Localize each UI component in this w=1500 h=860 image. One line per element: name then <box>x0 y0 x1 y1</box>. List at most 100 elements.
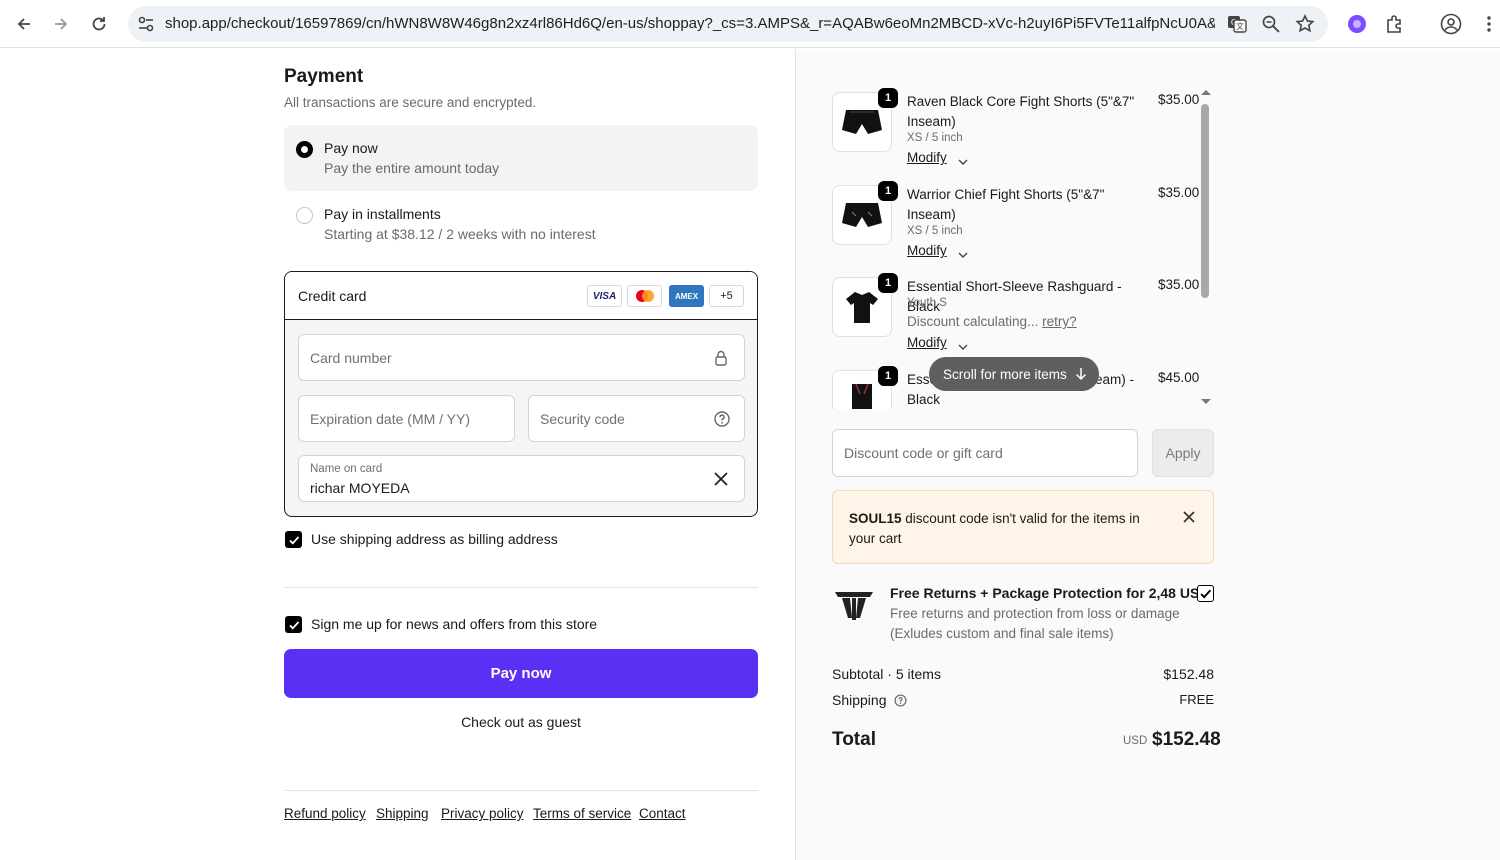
arrow-down-icon <box>1075 367 1087 381</box>
browser-toolbar: shop.app/checkout/16597869/cn/hWN8W8W46g… <box>0 0 1500 48</box>
reload-icon[interactable] <box>87 12 111 36</box>
product-name: Warrior Chief Fight Shorts (5"&7" Inseam… <box>907 187 1105 222</box>
total-value: $152.48 <box>1152 729 1221 750</box>
amex-icon: AMEX <box>669 285 704 307</box>
chevron-down-icon[interactable] <box>958 247 968 258</box>
footer-link-contact[interactable]: Contact <box>639 806 686 821</box>
payment-title: Payment <box>284 66 364 87</box>
check-out-as-guest-link[interactable]: Check out as guest <box>284 714 758 730</box>
close-icon[interactable] <box>1182 510 1196 524</box>
expiration-placeholder: Expiration date (MM / YY) <box>310 411 471 427</box>
discount-placeholder: Discount code or gift card <box>844 445 1003 461</box>
retry-link[interactable]: retry? <box>1042 314 1077 329</box>
footer-link-privacy-policy[interactable]: Privacy policy <box>441 806 524 821</box>
security-code-placeholder: Security code <box>540 411 625 427</box>
security-code-field[interactable]: Security code <box>528 395 745 442</box>
modify-link[interactable]: Modify <box>907 335 947 350</box>
list-item: 1 Warrior Chief Fight Shorts (5"&7" Inse… <box>832 177 1202 269</box>
divider <box>284 790 758 791</box>
billing-checkbox[interactable] <box>285 531 302 548</box>
expiration-field[interactable]: Expiration date (MM / YY) <box>298 395 515 442</box>
product-variant: Youth S <box>907 297 947 309</box>
translate-icon[interactable]: G文 <box>1227 14 1247 34</box>
total-currency: USD <box>1123 735 1148 747</box>
protection-title: Free Returns + Package Protection for 2,… <box>890 585 1208 601</box>
quantity-badge: 1 <box>878 88 898 108</box>
subtotal-value: $152.48 <box>1163 666 1214 682</box>
credit-card-header[interactable]: Credit card VISA AMEX +5 <box>285 272 757 320</box>
footer-link-refund-policy[interactable]: Refund policy <box>284 806 366 821</box>
shipping-label: Shipping <box>832 692 907 710</box>
total-label: Total <box>832 729 876 750</box>
option-pay-now[interactable]: Pay now Pay the entire amount today <box>284 125 758 191</box>
store-logo-icon <box>834 589 874 621</box>
mastercard-icon <box>627 285 662 307</box>
credit-card-label: Credit card <box>298 288 367 304</box>
site-settings-icon[interactable] <box>136 14 156 34</box>
name-on-card-value[interactable]: richar MOYEDA <box>310 480 410 496</box>
modify-link[interactable]: Modify <box>907 243 947 258</box>
visa-icon: VISA <box>587 285 622 307</box>
news-checkbox-label[interactable]: Sign me up for news and offers from this… <box>311 616 597 632</box>
forward-icon[interactable] <box>49 12 73 36</box>
discount-status: Discount calculating... retry? <box>907 314 1077 329</box>
radio-pay-now[interactable] <box>296 141 313 158</box>
card-number-field[interactable]: Card number <box>298 334 745 381</box>
product-price: $45.00 <box>1158 370 1200 385</box>
option-desc: Pay the entire amount today <box>324 160 500 176</box>
profile-icon[interactable] <box>1439 12 1463 36</box>
payment-subtitle: All transactions are secure and encrypte… <box>284 95 537 110</box>
product-price: $35.00 <box>1158 92 1200 107</box>
card-number-placeholder: Card number <box>310 350 392 366</box>
pay-now-button[interactable]: Pay now <box>284 649 758 698</box>
product-variant: XS / 5 inch <box>907 225 963 237</box>
discount-code-input[interactable]: Discount code or gift card <box>832 429 1138 477</box>
shipping-value: FREE <box>1179 692 1214 707</box>
svg-text:文: 文 <box>1236 21 1244 31</box>
billing-checkbox-label[interactable]: Use shipping address as billing address <box>311 531 558 547</box>
option-label: Pay in installments <box>324 206 441 222</box>
scroll-for-more-button[interactable]: Scroll for more items <box>929 357 1099 391</box>
help-icon[interactable] <box>713 410 731 428</box>
extensions-puzzle-icon[interactable] <box>1383 12 1407 36</box>
radio-installments[interactable] <box>296 207 313 224</box>
option-label: Pay now <box>324 140 378 156</box>
scrollbar-thumb[interactable] <box>1201 104 1209 298</box>
zoom-icon[interactable] <box>1261 14 1281 34</box>
list-item: 1 Raven Black Core Fight Shorts (5"&7" I… <box>832 84 1202 176</box>
bookmark-star-icon[interactable] <box>1295 14 1315 34</box>
name-on-card-field[interactable]: Name on card richar MOYEDA <box>298 455 745 502</box>
info-icon[interactable] <box>894 694 907 710</box>
back-icon[interactable] <box>12 12 36 36</box>
quantity-badge: 1 <box>878 181 898 201</box>
extension-icon[interactable] <box>1345 12 1369 36</box>
more-brands-badge: +5 <box>709 285 744 307</box>
name-on-card-label: Name on card <box>310 463 383 475</box>
apply-button[interactable]: Apply <box>1152 429 1214 477</box>
lock-icon <box>712 349 730 367</box>
product-name: Raven Black Core Fight Shorts (5"&7" Ins… <box>907 94 1135 129</box>
address-bar[interactable]: shop.app/checkout/16597869/cn/hWN8W8W46g… <box>128 6 1328 42</box>
protection-checkbox[interactable] <box>1197 585 1214 602</box>
option-desc: Starting at $38.12 / 2 weeks with no int… <box>324 226 596 242</box>
divider <box>284 587 758 588</box>
quantity-badge: 1 <box>878 273 898 293</box>
url-text[interactable]: shop.app/checkout/16597869/cn/hWN8W8W46g… <box>165 15 1215 32</box>
chevron-down-icon[interactable] <box>958 154 968 165</box>
scroll-hint-label: Scroll for more items <box>943 366 1067 382</box>
menu-kebab-icon[interactable] <box>1477 12 1500 36</box>
modify-link[interactable]: Modify <box>907 150 947 165</box>
protection-description: Free returns and protection from loss or… <box>890 606 1180 641</box>
option-pay-in-installments[interactable]: Pay in installments Starting at $38.12 /… <box>284 191 758 257</box>
credit-card-section: Credit card VISA AMEX +5 Card number Exp… <box>284 271 758 517</box>
quantity-badge: 1 <box>878 366 898 386</box>
clear-icon[interactable] <box>712 470 730 488</box>
list-item: 1 Essential Short-Sleeve Rashguard - Bla… <box>832 269 1202 361</box>
alert-code: SOUL15 <box>849 511 902 526</box>
discount-error-alert: SOUL15 discount code isn't valid for the… <box>832 490 1214 564</box>
news-checkbox[interactable] <box>285 616 302 633</box>
footer-link-terms-of-service[interactable]: Terms of service <box>533 806 631 821</box>
product-price: $35.00 <box>1158 185 1200 200</box>
chevron-down-icon[interactable] <box>958 339 968 350</box>
footer-link-shipping[interactable]: Shipping <box>376 806 429 821</box>
